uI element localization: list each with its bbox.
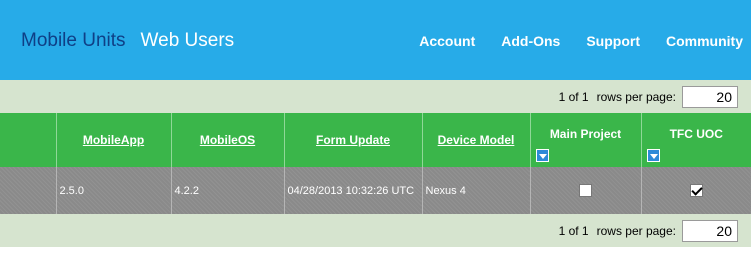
column-header-mobileapp[interactable]: MobileApp <box>56 113 172 167</box>
rows-per-page-input[interactable] <box>682 219 738 242</box>
column-header-mobileos[interactable]: MobileOS <box>171 113 285 167</box>
cell-blank <box>0 167 57 214</box>
filter-dropdown-icon[interactable] <box>535 149 549 162</box>
table-header-row: MobileApp MobileOS Form Update Device Mo… <box>0 113 751 167</box>
add-ons-link[interactable]: Add-Ons <box>501 33 560 49</box>
column-header-main-project: Main Project <box>530 113 642 167</box>
secondary-links: Account Add-Ons Support Community <box>393 33 743 49</box>
tfc-uoc-checkbox[interactable] <box>689 184 703 197</box>
mobile-units-table: MobileApp MobileOS Form Update Device Mo… <box>0 113 751 214</box>
column-label: TFC UOC <box>669 127 723 141</box>
column-label: Main Project <box>549 127 622 141</box>
sort-link[interactable]: Form Update <box>316 133 390 147</box>
tab-mobile-units[interactable]: Mobile Units <box>21 30 126 52</box>
sort-link[interactable]: Device Model <box>438 133 515 147</box>
pager-top: 1 of 1 rows per page: <box>0 80 751 113</box>
page-info: 1 of 1 <box>558 223 589 238</box>
cell-device-model: Nexus 4 <box>422 167 531 214</box>
column-header-form-update[interactable]: Form Update <box>284 113 423 167</box>
community-link[interactable]: Community <box>666 33 743 49</box>
tab-web-users[interactable]: Web Users <box>141 30 235 52</box>
cell-mobileos: 4.2.2 <box>171 167 285 214</box>
cell-form-update: 04/28/2013 10:32:26 UTC <box>284 167 423 214</box>
rows-per-page-label: rows per page: <box>596 89 676 104</box>
sort-link[interactable]: MobileOS <box>200 133 255 147</box>
cell-main-project <box>530 167 642 214</box>
support-link[interactable]: Support <box>586 33 640 49</box>
filter-dropdown-icon[interactable] <box>646 149 660 162</box>
table-row[interactable]: 2.5.0 4.2.2 04/28/2013 10:32:26 UTC Nexu… <box>0 167 751 214</box>
account-link[interactable]: Account <box>419 33 475 49</box>
pager-bottom: 1 of 1 rows per page: <box>0 214 751 247</box>
main-project-checkbox[interactable] <box>579 184 592 197</box>
column-header-device-model[interactable]: Device Model <box>422 113 531 167</box>
column-header-blank <box>0 113 57 167</box>
rows-per-page-input[interactable] <box>682 85 738 108</box>
cell-mobileapp: 2.5.0 <box>56 167 172 214</box>
sort-link[interactable]: MobileApp <box>83 133 144 147</box>
top-nav-bar: Mobile Units Web Users Account Add-Ons S… <box>0 0 751 80</box>
cell-tfc-uoc <box>641 167 751 214</box>
rows-per-page-label: rows per page: <box>596 223 676 238</box>
primary-tabs: Mobile Units Web Users <box>21 30 249 52</box>
column-header-tfc-uoc: TFC UOC <box>641 113 751 167</box>
page-info: 1 of 1 <box>558 89 589 104</box>
